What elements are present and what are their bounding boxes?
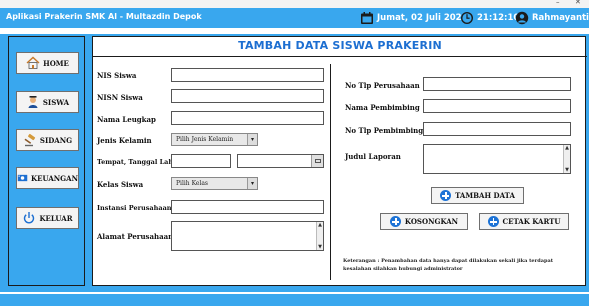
jenis-kelamin-value: Pilih Jenis Kelamin <box>176 136 234 143</box>
power-icon <box>24 212 35 224</box>
jenis-kelamin-label: Jenis Kelamin <box>97 136 152 145</box>
minimize-button[interactable]: – <box>556 0 560 6</box>
kelas-label: Kelas Siswa <box>97 180 144 189</box>
sidebar-item-label: KELUAR <box>39 213 73 223</box>
nisn-label: NISN Siswa <box>97 93 143 102</box>
chevron-down-icon: ▾ <box>247 178 257 189</box>
nis-label: NIS Siswa <box>97 71 137 80</box>
add-icon <box>389 216 401 227</box>
pembimbing-label: Nama Pembimbing <box>345 103 420 112</box>
tlp-perusahaan-label: No Tlp Perusahaan <box>345 81 420 90</box>
tambah-data-label: TAMBAH DATA <box>455 191 515 200</box>
instansi-label: Instansi Perusahaan <box>97 204 172 212</box>
kosongkan-button[interactable]: KOSONGKAN <box>380 213 468 230</box>
sidebar-item-keuangan[interactable]: KEUANGAN <box>16 167 79 189</box>
kosongkan-label: KOSONGKAN <box>404 217 459 226</box>
sidebar-item-siswa[interactable]: SISWA <box>16 91 79 113</box>
sidebar-item-label: SISWA <box>42 97 70 107</box>
tlp-pembimbing-label: No Tlp Pembimbing <box>345 126 424 135</box>
form-title: TAMBAH DATA SISWA PRAKERIN <box>238 39 442 52</box>
scrollbar[interactable]: ▲ ▼ <box>563 145 570 173</box>
user-display: Rahmayanti Dewi <box>515 10 589 26</box>
user-name: Rahmayanti Dewi <box>532 13 589 23</box>
sidebar-item-label: SIDANG <box>39 135 73 145</box>
sidebar-item-keluar[interactable]: KELUAR <box>16 207 79 229</box>
tempat-lahir-input[interactable] <box>171 154 231 168</box>
kelas-select[interactable]: Pilih Kelas ▾ <box>171 177 258 190</box>
calendar-picker-icon[interactable] <box>311 155 323 167</box>
judul-label: Judul Laporan <box>345 152 401 161</box>
gavel-icon <box>24 133 36 147</box>
app-header: Aplikasi Prakerin SMK Al - Multazdin Dep… <box>0 8 589 28</box>
add-icon <box>487 216 499 227</box>
tlp-perusahaan-input[interactable] <box>423 77 571 91</box>
app-footer <box>0 292 589 306</box>
sidebar: HOME SISWA SIDANG KEUANGAN KELUAR <box>8 36 85 286</box>
time-display: 21:12:10 <box>460 10 519 26</box>
nama-label: Nama Leugkap <box>97 115 156 124</box>
date-display: Jumat, 02 Juli 2021 <box>360 10 468 26</box>
date-text: Jumat, 02 Juli 2021 <box>377 13 468 23</box>
instansi-input[interactable] <box>171 200 324 214</box>
tlp-pembimbing-input[interactable] <box>423 122 571 136</box>
add-icon <box>440 190 452 201</box>
jenis-kelamin-select[interactable]: Pilih Jenis Kelamin ▾ <box>171 133 258 146</box>
calendar-icon <box>361 12 373 24</box>
alamat-label: Alamat Perusahaan <box>97 232 174 241</box>
kelas-value: Pilih Kelas <box>176 180 209 187</box>
note-text: Keterangan : Penambahan data hanya dapat… <box>343 258 554 272</box>
tanggal-lahir-input[interactable] <box>237 154 324 168</box>
column-divider <box>330 64 331 280</box>
nisn-input[interactable] <box>171 89 324 103</box>
cetak-kartu-label: CETAK KARTU <box>502 217 561 226</box>
clock-icon <box>461 12 473 24</box>
app-title: Aplikasi Prakerin SMK Al - Multazdin Dep… <box>6 12 202 21</box>
tambah-data-button[interactable]: TAMBAH DATA <box>431 187 524 204</box>
close-button[interactable]: ✕ <box>575 0 581 6</box>
scrollbar[interactable]: ▲ ▼ <box>316 222 323 250</box>
form-panel: TAMBAH DATA SISWA PRAKERIN NIS Siswa NIS… <box>92 36 587 286</box>
time-text: 21:12:10 <box>477 13 520 23</box>
sidebar-item-label: HOME <box>43 58 69 68</box>
sidebar-item-label: KEUANGAN <box>31 173 78 183</box>
nama-input[interactable] <box>171 111 324 125</box>
home-icon <box>26 56 40 69</box>
user-icon <box>515 11 529 25</box>
sidebar-item-sidang[interactable]: SIDANG <box>16 129 79 151</box>
window-titlebar: – ✕ <box>0 0 589 8</box>
alamat-textarea[interactable]: ▲ ▼ <box>171 221 324 251</box>
judul-textarea[interactable]: ▲ ▼ <box>423 144 571 174</box>
sidebar-item-home[interactable]: HOME <box>16 52 79 74</box>
chevron-down-icon: ▾ <box>247 134 257 145</box>
pembimbing-input[interactable] <box>423 99 571 113</box>
money-icon <box>17 174 28 182</box>
ttl-label: Tempat, Tanggal Lahir <box>97 158 179 166</box>
title-divider <box>93 56 587 57</box>
nis-input[interactable] <box>171 68 324 82</box>
cetak-kartu-button[interactable]: CETAK KARTU <box>479 213 569 230</box>
student-icon <box>28 96 38 108</box>
